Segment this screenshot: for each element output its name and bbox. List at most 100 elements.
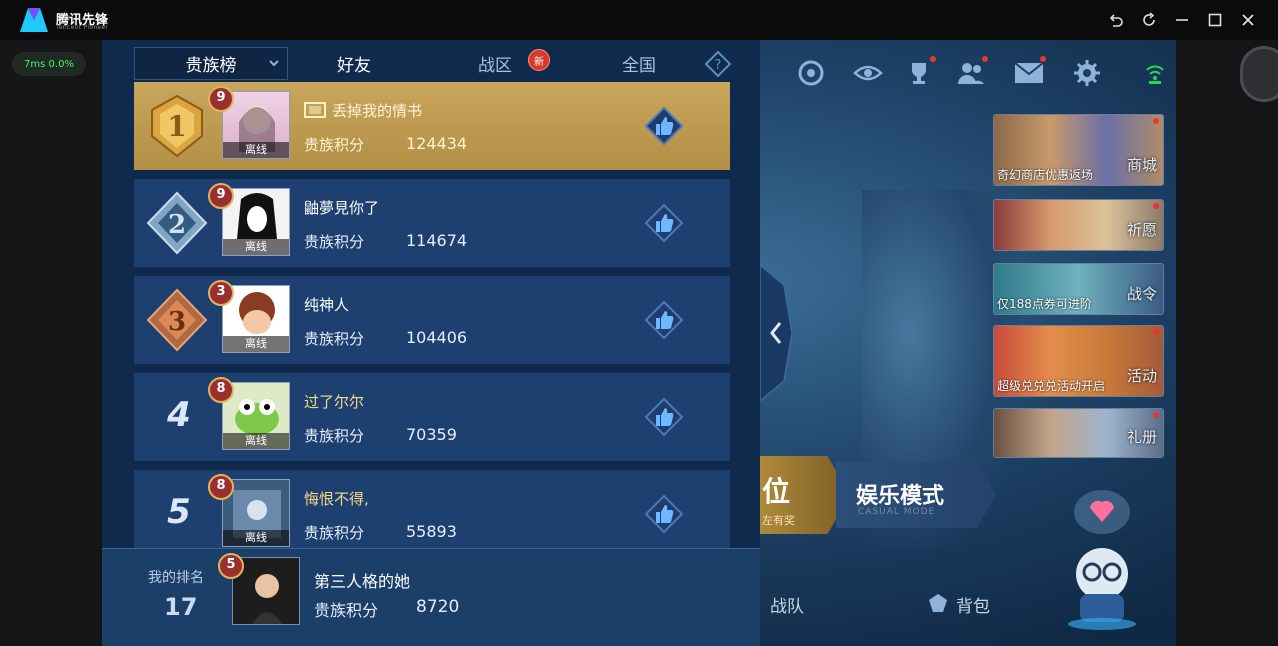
my-rank-label: 我的排名 (148, 570, 204, 586)
thumbs-up-icon[interactable] (644, 300, 684, 340)
eye-icon[interactable] (851, 56, 885, 90)
vip-level-badge: 5 (216, 551, 246, 581)
bronze-rank-badge-icon: 3 (146, 288, 208, 352)
target-icon[interactable] (794, 56, 828, 90)
casual-mode-button[interactable]: 娱乐模式 CASUAL MODE (836, 462, 996, 528)
bottom-nav: 战队 背包 (760, 570, 1060, 630)
score-label: 贵族积分 (304, 330, 365, 348)
vip-level-badge: 3 (206, 278, 236, 308)
my-rank-number: 17 (164, 593, 198, 621)
trophy-icon[interactable] (902, 56, 936, 90)
online-status: 离线 (223, 142, 289, 158)
tencent-pioneer-logo-icon (20, 8, 48, 32)
leaderboard-row[interactable]: 5 离线 8 悔恨不得, 贵族积分 55893 (134, 470, 730, 548)
thumbs-up-icon[interactable] (644, 397, 684, 437)
tab-friends[interactable]: 好友 (294, 47, 414, 86)
friends-icon[interactable] (954, 56, 988, 90)
collapse-panel-button[interactable] (760, 265, 792, 401)
wifi-icon (1138, 56, 1172, 90)
score-value: 114674 (406, 231, 468, 250)
refresh-icon[interactable] (1139, 10, 1159, 30)
promo-tag: 活动 (1126, 367, 1157, 385)
gold-rank-badge-icon: 1 (151, 94, 203, 158)
casual-mode-sub: CASUAL MODE (858, 507, 936, 517)
player-name: 丢掉我的情书 (332, 102, 423, 120)
notification-dot (1153, 329, 1159, 335)
vip-level-badge: 9 (206, 84, 236, 114)
minimize-icon[interactable] (1172, 10, 1192, 30)
notification-dot (930, 56, 936, 62)
bag-nav-button[interactable]: 背包 (956, 592, 990, 617)
score-label: 贵族积分 (304, 524, 365, 542)
promo-caption: 奇幻商店优惠返场 (997, 168, 1094, 182)
dropdown-label: 贵族榜 (185, 56, 237, 76)
ranked-mode-label: 位 (762, 475, 791, 508)
score-value: 55893 (406, 522, 457, 541)
my-rank-footer: 我的排名 17 5 第三人格的她 贵族积分 8720 (102, 548, 760, 646)
rank-number: 1 (167, 110, 186, 143)
vip-level-badge: 8 (206, 375, 236, 405)
promo-shop[interactable]: 商城 奇幻商店优惠返场 (993, 114, 1164, 186)
mascot-character-icon[interactable] (1060, 482, 1160, 632)
promo-caption: 仅188点券可进阶 (997, 297, 1092, 311)
mail-icon[interactable] (1012, 56, 1046, 90)
score-value: 70359 (406, 425, 457, 444)
thumbs-up-icon[interactable] (644, 494, 684, 534)
close-icon[interactable] (1238, 10, 1258, 30)
player-name: 悔恨不得, (304, 490, 369, 508)
noble-title-icon (304, 102, 326, 118)
maximize-icon[interactable] (1205, 10, 1225, 30)
bag-icon (929, 594, 947, 612)
player-name: 过了尔尔 (304, 393, 365, 411)
promo-tag: 祈愿 (1126, 221, 1157, 239)
latency-indicator: 7ms 0.0% (12, 52, 86, 76)
rank-number: 3 (168, 307, 186, 337)
my-player-name: 第三人格的她 (314, 572, 411, 591)
leaderboard-row[interactable]: 4 离线 8 过了尔尔 贵族积分 70359 (134, 373, 730, 461)
notification-dot (1040, 56, 1046, 62)
score-label: 贵族积分 (304, 233, 365, 251)
leaderboard-row[interactable]: 1 离线 9 丢掉我的情书 贵族积分 124434 (134, 82, 730, 170)
svg-text:?: ? (715, 58, 722, 73)
ranked-mode-sub: 左有奖 (762, 514, 795, 527)
new-badge: 新 (528, 49, 550, 71)
help-icon[interactable]: ? (704, 50, 732, 78)
promo-event[interactable]: 活动 超级兑兑兑活动开启 (993, 325, 1164, 397)
casual-mode-label: 娱乐模式 (856, 484, 945, 509)
promo-wish[interactable]: 祈愿 (993, 199, 1164, 251)
notification-dot (1153, 412, 1159, 418)
vip-level-badge: 8 (206, 472, 236, 502)
leaderboard-tabbar: 贵族榜 好友 战区 新 全国 ? (134, 47, 732, 86)
player-name: 鼬夢見你了 (304, 199, 380, 217)
my-score-value: 8720 (416, 597, 460, 617)
emulator-titlebar: 腾讯先锋 Tencent Pioneer (0, 0, 1278, 40)
score-value: 124434 (406, 134, 468, 153)
player-name: 纯神人 (304, 296, 350, 314)
emulator-side-button[interactable] (1240, 46, 1278, 102)
silver-rank-badge-icon: 2 (146, 191, 208, 255)
tab-national[interactable]: 全国 (584, 47, 694, 80)
notification-dot (1153, 118, 1159, 124)
undo-icon[interactable] (1106, 10, 1126, 30)
promo-tag: 商城 (1126, 156, 1157, 174)
thumbs-up-icon[interactable] (644, 106, 684, 146)
chevron-down-icon (269, 60, 279, 67)
emulator-brand: 腾讯先锋 Tencent Pioneer (18, 6, 118, 34)
thumbs-up-icon[interactable] (644, 203, 684, 243)
leaderboard-type-dropdown[interactable]: 贵族榜 (134, 47, 288, 80)
score-value: 104406 (406, 328, 468, 347)
brand-subtitle: Tencent Pioneer (56, 24, 109, 31)
promo-album[interactable]: 礼册 (993, 408, 1164, 458)
leaderboard-row[interactable]: 3 离线 3 纯神人 贵族积分 104406 (134, 276, 730, 364)
online-status: 离线 (223, 336, 289, 352)
online-status: 离线 (223, 239, 289, 255)
leaderboard-panel: 贵族榜 好友 战区 新 全国 ? 1 离线 9 丢掉我的情书 贵族积分 1244… (102, 40, 760, 646)
online-status: 离线 (223, 530, 289, 546)
score-label: 贵族积分 (304, 136, 365, 154)
leaderboard-row[interactable]: 2 离线 9 鼬夢見你了 贵族积分 114674 (134, 179, 730, 267)
promo-battlepass[interactable]: 战令 仅188点券可进阶 (993, 263, 1164, 315)
team-nav-button[interactable]: 战队 (770, 592, 804, 617)
gear-icon[interactable] (1070, 56, 1104, 90)
notification-dot (1153, 203, 1159, 209)
online-status: 离线 (223, 433, 289, 449)
